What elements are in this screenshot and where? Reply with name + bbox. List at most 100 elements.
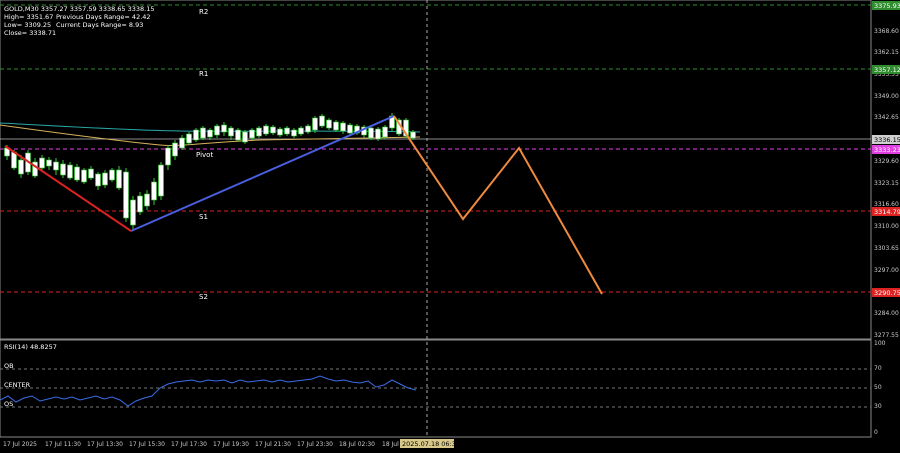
r1-price: 3357.12 xyxy=(874,66,900,74)
time-axis-label: 17 Jul 2025 xyxy=(3,441,37,448)
s1-label: S1 xyxy=(199,213,208,221)
candle-body xyxy=(186,133,192,144)
candle-body xyxy=(81,169,87,183)
candle-body xyxy=(193,129,199,141)
price-axis-label: 3323.15 xyxy=(874,180,899,187)
candle-body xyxy=(340,122,346,132)
candle-body xyxy=(74,166,80,181)
rsi-title: RSI(14) 48.8257 xyxy=(4,343,57,351)
candle-body xyxy=(319,115,325,127)
candle-body xyxy=(298,127,304,135)
rsi-axis: 100 70 50 30 0 xyxy=(874,340,886,436)
current-price: 3336.15 xyxy=(874,136,900,144)
candle-body xyxy=(305,125,311,133)
rsi-axis-label: 0 xyxy=(874,429,878,436)
candle-body xyxy=(102,172,108,186)
candle-body xyxy=(116,169,122,189)
price-axis-label: 3277.55 xyxy=(874,332,899,339)
time-axis-label: 17 Jul 15:30 xyxy=(129,441,165,448)
price-axis-label: 3329.60 xyxy=(874,158,899,165)
pivot-label: Pivot xyxy=(196,151,213,159)
candle-body xyxy=(144,193,150,207)
pivot-price: 3333.23 xyxy=(874,146,900,154)
candle-body xyxy=(39,157,45,169)
rsi-center-label: CENTER xyxy=(4,381,31,389)
price-axis-label: 3303.65 xyxy=(874,245,899,252)
candle-body xyxy=(333,121,339,131)
rsi-axis-label: 50 xyxy=(874,384,882,391)
high-value: High= 3351.67 xyxy=(4,13,53,21)
candle-body xyxy=(46,159,52,167)
candle-body xyxy=(375,128,381,140)
rsi-axis-label: 100 xyxy=(874,340,886,347)
candle-body xyxy=(221,124,227,133)
price-axis-label: 3284.00 xyxy=(874,310,899,317)
r2-price: 3375.93 xyxy=(874,2,900,10)
s2-price: 3290.75 xyxy=(874,289,900,297)
rsi-axis-label: 70 xyxy=(874,365,882,372)
candle-body xyxy=(410,131,416,139)
time-axis-label: 17 Jul 13:30 xyxy=(87,441,123,448)
candle-body xyxy=(95,173,101,187)
close-value: Close= 3338.71 xyxy=(4,29,56,37)
candle-body xyxy=(130,199,136,226)
price-axis-label: 3349.00 xyxy=(874,93,899,100)
candle-body xyxy=(53,161,59,171)
candle-body xyxy=(263,125,269,135)
candle-body xyxy=(137,195,143,213)
time-axis-label: 17 Jul 19:30 xyxy=(213,441,249,448)
s1-price: 3314.79 xyxy=(874,208,900,216)
candle-body xyxy=(277,128,283,136)
low-value: Low= 3309.25 xyxy=(4,21,51,29)
r2-label: R2 xyxy=(199,8,208,16)
time-axis-label: 17 Jul 17:30 xyxy=(171,441,207,448)
time-axis-label: 17 Jul 23:30 xyxy=(297,441,333,448)
price-axis-label: 3316.60 xyxy=(874,201,899,208)
candle-body xyxy=(242,131,248,143)
candle-body xyxy=(200,127,206,139)
candle-body xyxy=(158,164,164,197)
price-axis-label: 3368.60 xyxy=(874,28,899,35)
candle-body xyxy=(109,169,115,181)
time-axis[interactable]: 17 Jul 2025 17 Jul 11:30 17 Jul 13:30 17 Ju… xyxy=(3,441,399,448)
candle-body xyxy=(368,127,374,139)
candle-body xyxy=(347,124,353,134)
time-axis-label: 17 Jul 21:30 xyxy=(255,441,291,448)
candle-body xyxy=(88,168,94,179)
candle-body xyxy=(214,125,220,136)
price-axis-label: 3297.00 xyxy=(874,267,899,274)
rsi-ob-label: OB xyxy=(4,362,14,370)
candle-body xyxy=(228,127,234,137)
candle-body xyxy=(249,129,255,139)
candle-body xyxy=(151,181,157,201)
candle-body xyxy=(326,119,332,129)
candle-body xyxy=(256,127,262,137)
r1-label: R1 xyxy=(199,70,208,78)
candle-body xyxy=(179,137,185,149)
rsi-os-label: OS xyxy=(4,400,13,408)
time-cursor-label: 2025.07.18 06:30 xyxy=(402,440,460,448)
price-axis-label: 3342.65 xyxy=(874,114,899,121)
candle-body xyxy=(270,126,276,134)
candle-body xyxy=(207,129,213,138)
candle-body xyxy=(18,159,24,175)
s2-label: S2 xyxy=(199,293,208,301)
candle-body xyxy=(235,129,241,141)
time-axis-label: 18 Jul xyxy=(382,441,399,448)
candle-body xyxy=(60,163,66,176)
candle-body xyxy=(312,117,318,131)
candle-body xyxy=(172,142,178,157)
previous-days-range: Previous Days Range= 42.42 xyxy=(56,13,151,21)
current-days-range: Current Days Range= 8.93 xyxy=(56,21,143,29)
candle-body xyxy=(67,164,73,179)
symbol-line: GOLD,M30 3357.27 3357.59 3338.65 3338.15 xyxy=(4,5,155,13)
chart-canvas[interactable]: GOLD,M30 3357.27 3357.59 3338.65 3338.15… xyxy=(0,0,900,453)
price-axis-label: 3310.00 xyxy=(874,223,899,230)
candle-body xyxy=(291,129,297,137)
time-axis-label: 18 Jul 02:30 xyxy=(339,441,375,448)
rsi-axis-label: 30 xyxy=(874,403,882,410)
main-pane[interactable] xyxy=(0,0,872,340)
time-axis-label: 17 Jul 11:30 xyxy=(45,441,81,448)
price-axis-label: 3362.15 xyxy=(874,49,899,56)
candle-body xyxy=(165,147,171,166)
